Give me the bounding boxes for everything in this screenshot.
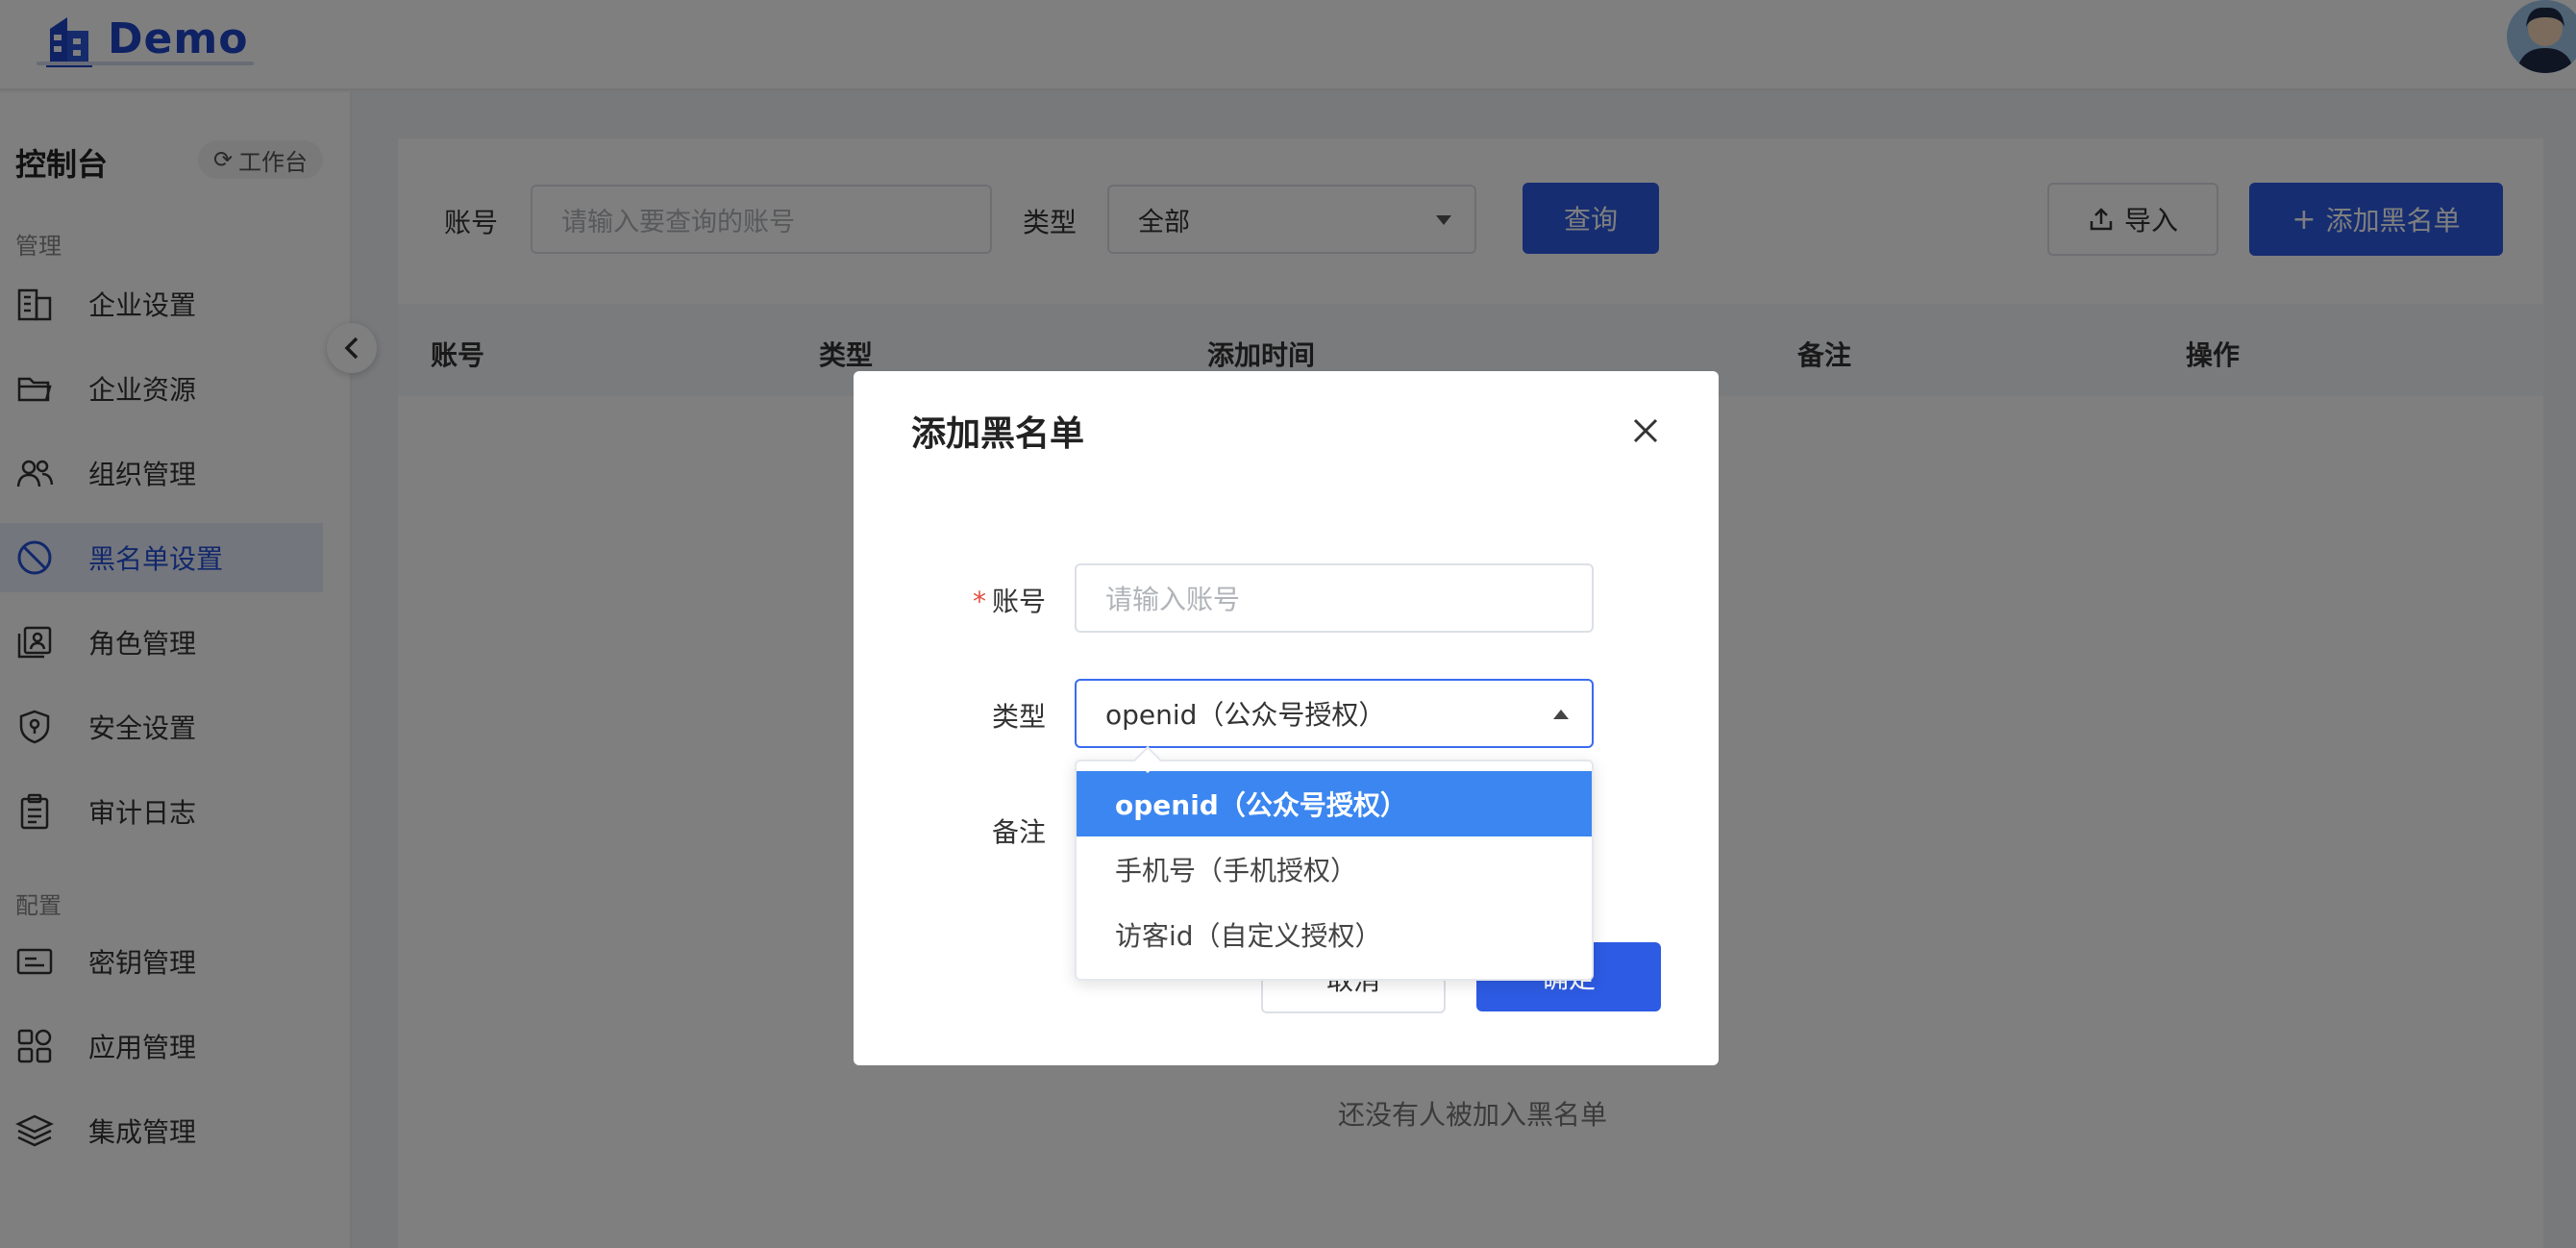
type-form-label: 类型 [991, 701, 1046, 733]
type-select[interactable]: openid（公众号授权） [1075, 679, 1594, 748]
type-select-value: openid（公众号授权） [1105, 699, 1386, 731]
close-icon [1633, 418, 1658, 443]
type-option-openid[interactable]: openid（公众号授权） [1077, 771, 1592, 836]
account-form-label: * 账号 [854, 581, 1046, 619]
remark-form-label: 备注 [991, 816, 1046, 848]
account-input[interactable]: 请输入账号 [1075, 563, 1594, 633]
type-option-phone[interactable]: 手机号（手机授权） [1077, 836, 1592, 902]
account-placeholder: 请输入账号 [1105, 584, 1241, 615]
dialog-title: 添加黑名单 [911, 414, 1085, 454]
type-option-visitor-id[interactable]: 访客id（自定义授权） [1077, 902, 1592, 967]
close-button[interactable] [1624, 410, 1667, 452]
type-dropdown-menu: openid（公众号授权） 手机号（手机授权） 访客id（自定义授权） [1075, 760, 1594, 981]
caret-up-icon [1553, 710, 1569, 719]
account-form-label-text: 账号 [991, 586, 1046, 617]
required-mark: * [972, 586, 986, 617]
